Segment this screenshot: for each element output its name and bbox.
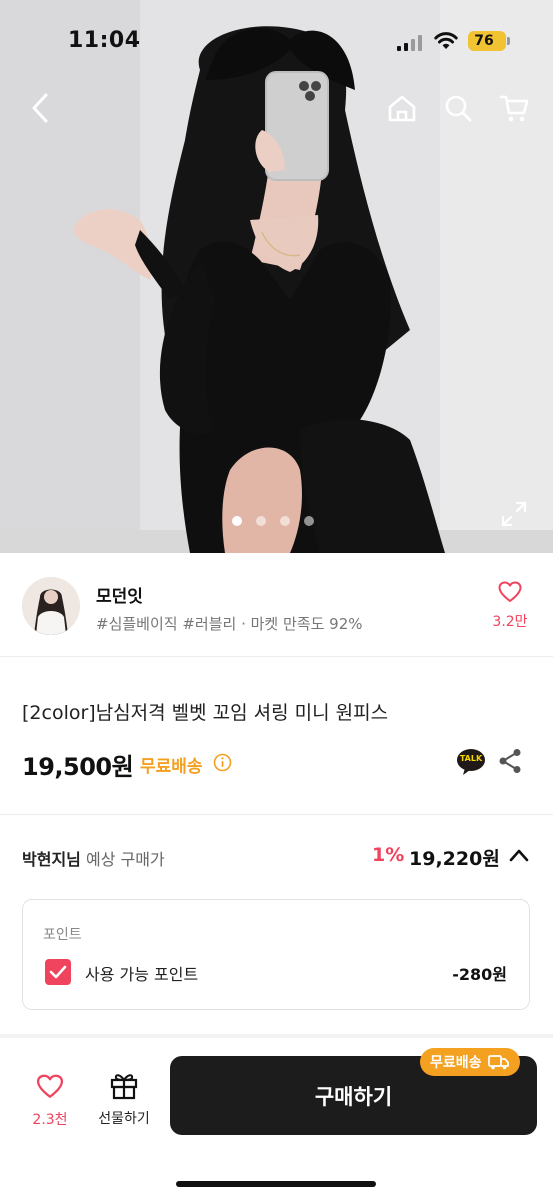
heart-icon xyxy=(498,581,522,602)
use-points-checkbox[interactable] xyxy=(45,959,71,985)
seller-tags: #심플베이직 #러블리 · 마켓 만족도 92% xyxy=(96,615,363,633)
free-shipping-badge: 무료배송 xyxy=(420,1048,520,1076)
carousel-dot[interactable] xyxy=(280,516,290,526)
home-button[interactable] xyxy=(382,88,422,128)
gift-label: 선물하기 xyxy=(98,1111,150,1127)
expected-price-label: 박현지님 예상 구매가 xyxy=(22,846,165,870)
battery-indicator: 76 xyxy=(468,31,510,51)
gift-icon xyxy=(110,1074,138,1100)
bottom-action-bar: 2.3천 선물하기 구매하기 무료배송 xyxy=(0,1038,553,1200)
chevron-left-icon xyxy=(32,93,48,123)
battery-level: 76 xyxy=(474,33,494,49)
seller-section[interactable]: 모던잇 #심플베이직 #러블리 · 마켓 만족도 92% 3.2만 xyxy=(0,553,553,657)
wishlist-count: 2.3천 xyxy=(32,1112,68,1128)
carousel-indicator xyxy=(232,516,314,526)
wishlist-button[interactable]: 2.3천 xyxy=(24,1074,76,1129)
cellular-signal-icon xyxy=(397,35,422,51)
chevron-up-icon[interactable] xyxy=(509,848,529,862)
search-icon xyxy=(445,95,472,122)
status-bar: 11:04 76 xyxy=(0,0,553,84)
kakao-talk-button[interactable]: TALK xyxy=(456,748,486,775)
back-button[interactable] xyxy=(20,88,60,128)
available-points-value: -280원 xyxy=(452,965,507,984)
expected-label: 예상 구매가 xyxy=(85,850,165,869)
free-shipping-badge-label: 무료배송 xyxy=(430,1055,482,1071)
seller-like-button[interactable]: 3.2만 xyxy=(486,581,534,631)
carousel-dot[interactable] xyxy=(232,516,242,526)
discount-rate: 1% xyxy=(372,844,405,866)
seller-name[interactable]: 모던잇 xyxy=(96,582,143,607)
info-icon[interactable] xyxy=(213,753,232,772)
search-button[interactable] xyxy=(438,88,478,128)
heart-icon xyxy=(36,1074,64,1098)
carousel-dot[interactable] xyxy=(256,516,266,526)
wifi-icon xyxy=(434,32,458,49)
cart-button[interactable] xyxy=(494,88,534,128)
cart-icon xyxy=(499,95,529,122)
section-divider xyxy=(0,814,553,815)
points-card: 포인트 사용 가능 포인트 -280원 xyxy=(22,899,530,1010)
truck-icon xyxy=(487,1055,509,1070)
product-image-carousel[interactable]: 11:04 76 xyxy=(0,0,553,553)
seller-like-count: 3.2만 xyxy=(492,614,528,630)
check-icon xyxy=(49,965,67,979)
expand-icon[interactable] xyxy=(500,500,528,528)
gift-button[interactable]: 선물하기 xyxy=(92,1070,156,1128)
avatar-image xyxy=(22,577,80,635)
share-icon[interactable] xyxy=(498,748,522,774)
home-icon xyxy=(388,95,416,122)
free-shipping-label: 무료배송 xyxy=(140,757,203,777)
home-indicator xyxy=(176,1181,376,1187)
product-price: 19,500원 xyxy=(22,753,134,781)
available-points-label: 사용 가능 포인트 xyxy=(85,965,199,984)
user-name: 박현지님 xyxy=(22,850,81,869)
talk-label: TALK xyxy=(459,754,483,763)
expected-price: 19,220원 xyxy=(409,848,500,870)
seller-avatar[interactable] xyxy=(22,577,80,635)
points-header: 포인트 xyxy=(43,927,82,943)
carousel-dot[interactable] xyxy=(304,516,314,526)
status-time: 11:04 xyxy=(68,28,141,53)
product-title: [2color]남심저격 벨벳 꼬임 셔링 미니 원피스 xyxy=(22,702,389,724)
